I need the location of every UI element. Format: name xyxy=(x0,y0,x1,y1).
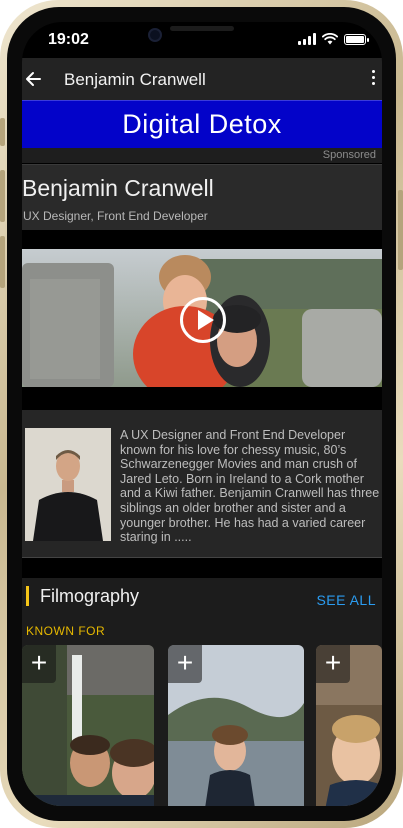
profile-role: UX Designer, Front End Developer xyxy=(23,209,208,223)
see-all-link[interactable]: SEE ALL xyxy=(316,592,376,608)
ad-banner[interactable]: Digital Detox xyxy=(22,100,382,148)
signal-icon xyxy=(298,33,316,45)
mute-switch xyxy=(0,118,5,146)
known-for-card[interactable]: + xyxy=(22,645,154,806)
speaker-grille xyxy=(170,26,234,31)
video-player[interactable] xyxy=(22,249,382,387)
section-title: Filmography xyxy=(40,586,140,606)
filmography-section: Filmography SEE ALL KNOWN FOR + + + xyxy=(22,578,382,806)
overflow-menu-icon[interactable] xyxy=(370,70,376,85)
screen: 19:02 Benjamin Cranwell Digital Detox Sp… xyxy=(22,22,382,806)
add-icon[interactable]: + xyxy=(22,645,56,683)
known-for-card[interactable]: + xyxy=(316,645,382,806)
back-arrow-icon xyxy=(26,72,41,86)
status-icons xyxy=(298,33,369,45)
volume-down-button xyxy=(0,236,5,288)
battery-level xyxy=(346,35,364,43)
profile-photo xyxy=(25,428,111,541)
camera-icon xyxy=(148,28,162,42)
volume-up-button xyxy=(0,170,5,222)
add-icon[interactable]: + xyxy=(316,645,350,683)
play-icon[interactable] xyxy=(180,297,226,343)
app-bar: Benjamin Cranwell xyxy=(22,58,382,100)
notch xyxy=(128,22,276,54)
section-accent-bar xyxy=(26,586,29,606)
status-time: 19:02 xyxy=(48,31,89,48)
sponsored-label: Sponsored xyxy=(322,149,376,161)
sponsored-row: Sponsored xyxy=(22,148,382,163)
known-for-card[interactable]: + xyxy=(168,645,304,806)
ad-text: Digital Detox xyxy=(122,109,282,139)
profile-name: Benjamin Cranwell xyxy=(22,175,214,201)
app-bar-title: Benjamin Cranwell xyxy=(64,70,206,89)
status-bar: 19:02 xyxy=(22,22,382,58)
battery-icon xyxy=(344,33,369,45)
wifi-icon xyxy=(322,33,338,45)
add-icon[interactable]: + xyxy=(168,645,202,683)
power-button xyxy=(398,190,403,270)
back-button[interactable] xyxy=(22,64,44,94)
profile-header: Benjamin Cranwell UX Designer, Front End… xyxy=(22,164,382,230)
bio-section: A UX Designer and Front End Developer kn… xyxy=(22,410,382,558)
known-for-label: KNOWN FOR xyxy=(26,624,106,638)
bio-text: A UX Designer and Front End Developer kn… xyxy=(120,428,380,545)
